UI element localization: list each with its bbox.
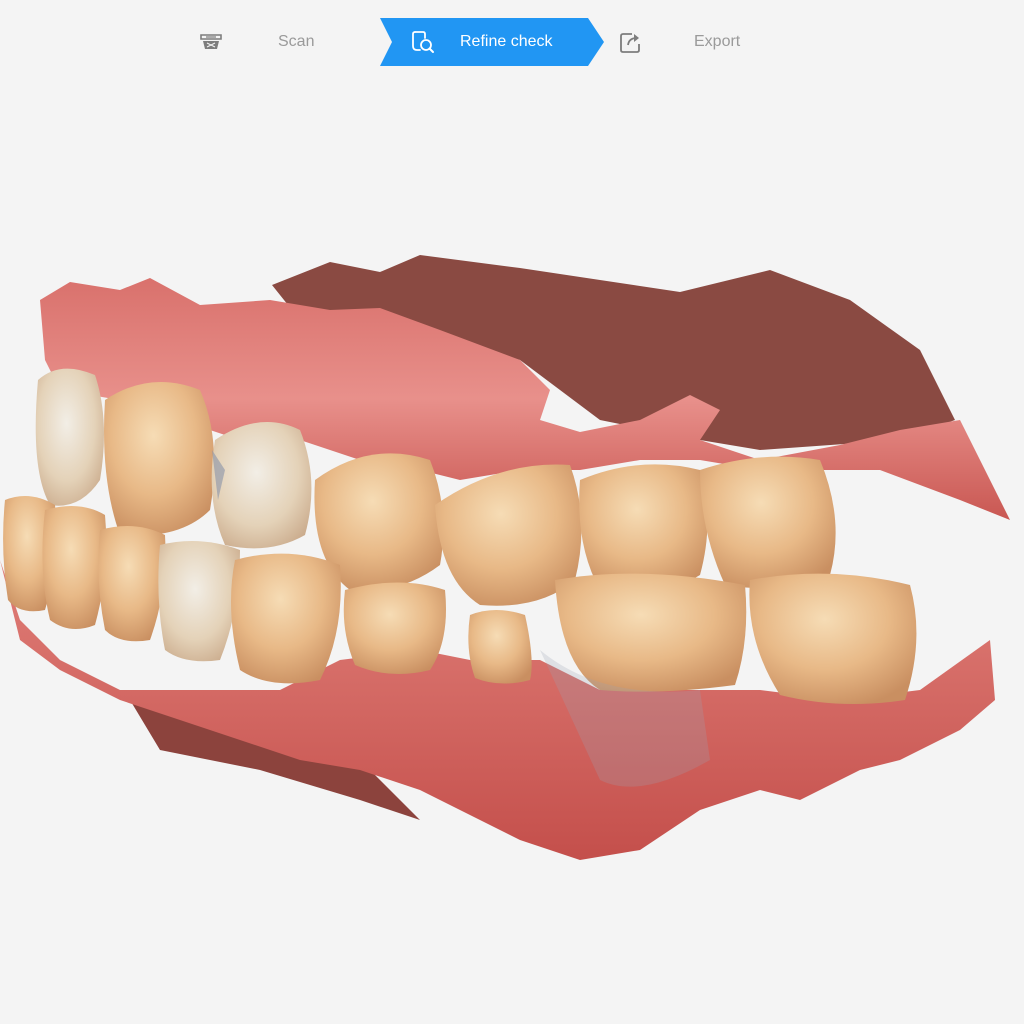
tooth-lower-7 [468, 610, 532, 684]
tooth-lower-2 [42, 506, 107, 629]
step-refine-check[interactable]: Refine check [380, 18, 604, 66]
tooth-upper-3 [211, 422, 312, 549]
3d-viewport[interactable] [0, 80, 1024, 1024]
tooth-upper-6 [579, 464, 708, 593]
dental-scan-model[interactable] [0, 80, 1024, 1024]
step-scan-label: Scan [278, 33, 315, 50]
workflow-step-bar: Scan Refine check Export [0, 18, 1024, 66]
tooth-upper-1 [35, 368, 104, 506]
refine-check-icon [410, 29, 436, 55]
step-scan[interactable]: Scan [190, 18, 330, 66]
step-export-label: Export [694, 33, 741, 50]
tooth-upper-2 [104, 382, 215, 536]
scan-icon [198, 29, 224, 55]
tooth-lower-8 [555, 573, 747, 692]
tooth-upper-7 [700, 456, 836, 589]
step-refine-check-label: Refine check [460, 33, 553, 50]
export-icon [618, 29, 644, 55]
tooth-lower-9 [749, 573, 917, 704]
tooth-lower-3 [98, 526, 166, 642]
step-export[interactable]: Export [612, 18, 772, 66]
tooth-lower-4 [158, 541, 240, 662]
tooth-lower-5 [231, 553, 341, 684]
tooth-lower-6 [343, 582, 446, 674]
app-window: Scan Refine check Export [0, 0, 1024, 1024]
